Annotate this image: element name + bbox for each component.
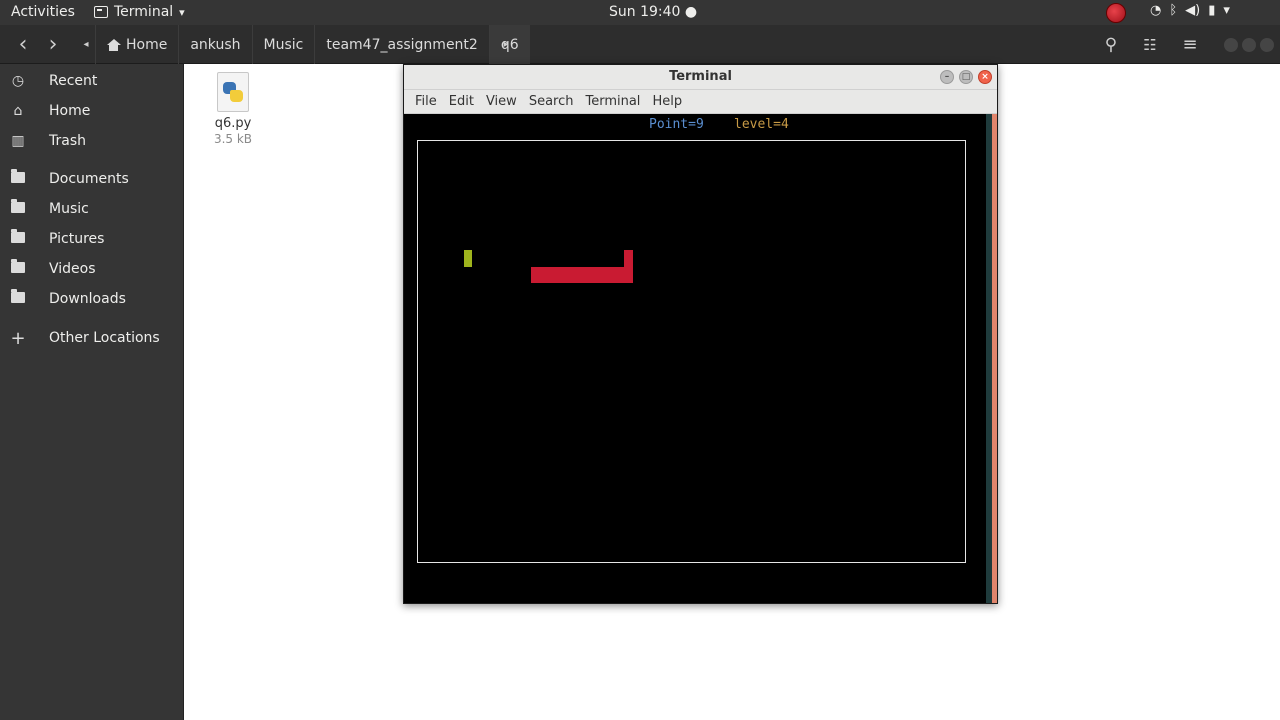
maximize-icon[interactable] xyxy=(1242,37,1256,52)
python-file-icon xyxy=(217,72,249,112)
sidebar-item-downloads[interactable]: Downloads xyxy=(0,284,184,314)
sidebar-item-other-locations[interactable]: + Other Locations xyxy=(0,323,184,353)
bluetooth-icon: ᛒ xyxy=(1169,3,1178,18)
menu-search[interactable]: Search xyxy=(523,94,580,109)
window-controls xyxy=(1220,25,1278,64)
terminal-icon xyxy=(94,6,108,18)
app-menu-label: Terminal xyxy=(114,4,174,20)
folder-icon xyxy=(11,199,25,213)
folder-icon xyxy=(11,169,25,183)
sidebar-item-documents[interactable]: Documents xyxy=(0,164,184,194)
plus-icon: + xyxy=(10,327,26,349)
search-button[interactable]: ⚲ xyxy=(1098,25,1124,64)
sidebar-item-label: Music xyxy=(49,201,89,217)
wifi-icon: ◔ xyxy=(1150,3,1162,18)
sidebar-item-recent[interactable]: ◷ Recent xyxy=(0,66,184,96)
terminal-window[interactable]: Terminal – □ × File Edit View Search Ter… xyxy=(403,64,998,604)
level-text: level=4 xyxy=(734,117,789,132)
breadcrumb: Home ankush Music team47_assignment2 q6 xyxy=(95,25,530,64)
menu-edit[interactable]: Edit xyxy=(443,94,480,109)
battery-icon: ▮ xyxy=(1208,3,1216,18)
file-manager-headerbar: ‹ › ◂ Home ankush Music team47_assignmen… xyxy=(0,25,1280,64)
file-item[interactable]: q6.py 3.5 kB xyxy=(210,72,256,146)
scrollbar-edge xyxy=(992,114,997,603)
minimize-icon[interactable] xyxy=(1224,37,1238,52)
file-size: 3.5 kB xyxy=(213,132,253,146)
folder-icon xyxy=(11,229,25,243)
close-button[interactable]: × xyxy=(978,70,992,84)
sidebar-item-label: Recent xyxy=(49,73,98,89)
app-menu[interactable]: Terminal ▾ xyxy=(94,4,185,20)
terminal-menubar: File Edit View Search Terminal Help xyxy=(404,90,997,114)
system-tray[interactable]: ◔ ᛒ ◀) ▮ ▾ xyxy=(1150,3,1230,18)
forward-button[interactable]: › xyxy=(40,25,66,64)
sidebar-item-trash[interactable]: ▥ Trash xyxy=(0,126,184,156)
record-indicator-icon[interactable] xyxy=(1106,3,1126,23)
breadcrumb-ankush[interactable]: ankush xyxy=(178,25,251,64)
folder-icon xyxy=(11,289,25,303)
close-icon[interactable] xyxy=(1260,37,1274,52)
sidebar-item-home[interactable]: ⌂ Home xyxy=(0,96,184,126)
volume-icon: ◀) xyxy=(1185,3,1201,18)
places-sidebar: ◷ Recent ⌂ Home ▥ Trash Documents Music … xyxy=(0,64,184,720)
sidebar-item-label: Documents xyxy=(49,171,129,187)
snake-head xyxy=(624,250,633,283)
terminal-screen[interactable]: Point=9 level=4 xyxy=(404,114,986,603)
view-toggle-button[interactable]: ☷ xyxy=(1137,25,1163,64)
chevron-down-icon: ▾ xyxy=(179,5,185,19)
sidebar-item-label: Videos xyxy=(49,261,96,277)
menu-help[interactable]: Help xyxy=(646,94,688,109)
breadcrumb-music[interactable]: Music xyxy=(251,25,315,64)
snake-body xyxy=(531,267,633,283)
maximize-button[interactable]: □ xyxy=(959,70,973,84)
sidebar-item-label: Home xyxy=(49,103,91,119)
clock-icon: ◷ xyxy=(11,73,25,89)
system-menu-arrow-icon: ▾ xyxy=(1223,3,1230,18)
food-pellet xyxy=(464,250,472,267)
minimize-button[interactable]: – xyxy=(940,70,954,84)
sidebar-item-label: Other Locations xyxy=(49,330,160,346)
activities-button[interactable]: Activities xyxy=(11,4,75,20)
sidebar-item-pictures[interactable]: Pictures xyxy=(0,224,184,254)
sidebar-item-label: Downloads xyxy=(49,291,126,307)
sidebar-item-music[interactable]: Music xyxy=(0,194,184,224)
menu-terminal[interactable]: Terminal xyxy=(579,94,646,109)
path-scroll-left-button[interactable]: ◂ xyxy=(77,25,95,64)
path-scroll-right-button[interactable]: ▸ xyxy=(497,25,515,64)
sidebar-item-videos[interactable]: Videos xyxy=(0,254,184,284)
home-icon: ⌂ xyxy=(13,103,23,119)
menu-file[interactable]: File xyxy=(409,94,443,109)
sidebar-item-label: Trash xyxy=(49,133,86,149)
back-button[interactable]: ‹ xyxy=(10,25,36,64)
terminal-titlebar[interactable]: Terminal – □ × xyxy=(404,65,997,90)
game-board xyxy=(417,140,966,563)
trash-icon: ▥ xyxy=(11,133,25,149)
folder-icon xyxy=(11,259,25,273)
score-text: Point=9 xyxy=(649,117,704,132)
top-panel: Activities Terminal ▾ Sun 19:40 ● ◔ ᛒ ◀)… xyxy=(0,0,1280,25)
home-icon xyxy=(107,38,121,51)
sidebar-item-label: Pictures xyxy=(49,231,105,247)
window-title: Terminal xyxy=(669,69,732,84)
clock[interactable]: Sun 19:40 ● xyxy=(609,4,697,20)
breadcrumb-team47-assignment2[interactable]: team47_assignment2 xyxy=(314,25,488,64)
menu-button[interactable]: ≡ xyxy=(1177,25,1203,64)
breadcrumb-home[interactable]: Home xyxy=(95,25,178,64)
file-name: q6.py xyxy=(214,116,252,131)
menu-view[interactable]: View xyxy=(480,94,523,109)
